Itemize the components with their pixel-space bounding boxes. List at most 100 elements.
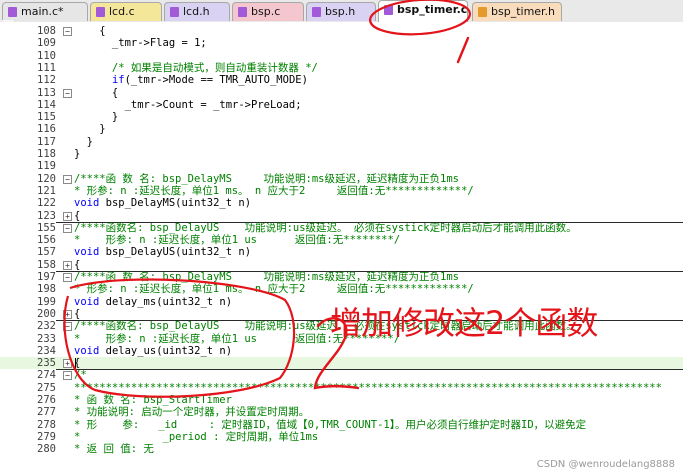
- line-number: 118: [37, 148, 56, 160]
- code-text: }: [74, 148, 81, 160]
- code-text: ****************************************…: [74, 381, 662, 394]
- code-text: {: [74, 86, 119, 99]
- fold-collapse-icon[interactable]: −: [63, 322, 72, 332]
- line-number: 199: [37, 295, 56, 308]
- tab-label: lcd.h: [183, 5, 210, 18]
- fold-expand-icon[interactable]: +: [63, 359, 72, 369]
- code-line[interactable]: 277 * 功能说明: 启动一个定时器，并设置定时周期。: [0, 406, 683, 418]
- code-line[interactable]: 121 * 形参: n :延迟长度，单位1 ms。 n 应大于2 返回值:无***…: [0, 185, 683, 197]
- code-line[interactable]: 115 }: [0, 111, 683, 123]
- code-line[interactable]: 110: [0, 50, 683, 62]
- keyword: if: [111, 74, 125, 87]
- tab-label: bsp.c: [251, 5, 281, 18]
- c-file-icon: [8, 7, 17, 17]
- tab-bsp-timer-h[interactable]: bsp_timer.h: [472, 2, 562, 21]
- code-line[interactable]: 157 void bsp_DelayUS(uint32_t n): [0, 246, 683, 258]
- h-file-icon: [312, 7, 321, 17]
- line-number: 278: [37, 418, 56, 431]
- line-number: 158: [37, 258, 56, 271]
- tab-label: bsp_timer.c: [397, 3, 468, 16]
- code-line[interactable]: 112 if(_tmr->Mode == TMR_AUTO_MODE): [0, 74, 683, 86]
- code-line[interactable]: 279 * _period : 定时周期，单位1ms: [0, 431, 683, 443]
- code-line[interactable]: 275 *************************************…: [0, 382, 683, 394]
- line-number: 279: [37, 430, 56, 443]
- code-line[interactable]: 119: [0, 160, 683, 172]
- code-line[interactable]: 234 void delay_us(uint32_t n): [0, 345, 683, 357]
- code-line[interactable]: 278 * 形 参: _id : 定时器ID，值域【0,TMR_COUNT-1】。…: [0, 419, 683, 431]
- code-text: * 返 回 值: 无: [74, 443, 154, 456]
- code-line[interactable]: 122 void bsp_DelayMS(uint32_t n): [0, 197, 683, 209]
- line-number: 113: [37, 86, 56, 99]
- line-number: 200: [37, 307, 56, 320]
- code-line[interactable]: 120−/****函 数 名: bsp_DelayMS 功能说明:ms级延迟，延…: [0, 173, 683, 185]
- fold-collapse-icon[interactable]: −: [63, 273, 72, 282]
- line-number: 276: [37, 394, 56, 406]
- line-number: 117: [37, 135, 56, 148]
- line-number: 155: [37, 221, 56, 234]
- code-text: {: [74, 209, 81, 222]
- code-text: void bsp_DelayUS(uint32_t n): [74, 246, 252, 259]
- tab-label: bsp.h: [325, 5, 356, 18]
- code-editor[interactable]: 108− {109 _tmr->Flag = 1; 110 111 /* 如果是自动…: [0, 22, 683, 476]
- code-line[interactable]: 123 +{: [0, 210, 683, 222]
- tab-lcd-h[interactable]: lcd.h: [164, 2, 230, 21]
- code-line[interactable]: 111 /* 如果是自动模式，则自动重装计数器 */: [0, 62, 683, 74]
- code-line[interactable]: 156 * 形参: n :延迟长度，单位1 us 返回值:无********/: [0, 234, 683, 246]
- line-number: 157: [37, 246, 56, 259]
- code-text: /****函 数 名: bsp_DelayMS 功能说明:ms级延迟，延迟精度为…: [74, 271, 459, 283]
- line-number: 277: [37, 406, 56, 419]
- code-line[interactable]: 113− {: [0, 87, 683, 99]
- c-file-icon: [96, 7, 105, 17]
- code-line[interactable]: 274−/*: [0, 369, 683, 381]
- code-text: * 形参: n :延迟长度，单位1 us 返回值:无********/: [74, 234, 401, 247]
- code-line[interactable]: 116 }: [0, 123, 683, 135]
- code-line[interactable]: 155−/****函数名: bsp_DelayUS 功能说明:us级延迟。 必须…: [0, 222, 683, 234]
- code-text: * 形参: n :延迟长度，单位1 ms。 n 应大于2 返回值:无******…: [74, 184, 474, 197]
- fold-collapse-icon[interactable]: −: [63, 27, 72, 36]
- line-number: 198: [37, 283, 56, 296]
- line-number: 235: [37, 357, 56, 370]
- code-text: {: [74, 307, 81, 320]
- h-file-icon: [478, 7, 487, 17]
- line-number: 234: [37, 344, 56, 357]
- line-number: 232: [37, 320, 56, 333]
- tab-bsp-h[interactable]: bsp.h: [306, 2, 376, 21]
- code-line[interactable]: 276 * 函 数 名: bsp_StartTimer: [0, 394, 683, 406]
- fold-collapse-icon[interactable]: −: [63, 174, 72, 184]
- tab-bsp-c[interactable]: bsp.c: [232, 2, 304, 21]
- code-line[interactable]: 118}: [0, 148, 683, 160]
- code-line[interactable]: 114 _tmr->Count = _tmr->PreLoad;: [0, 99, 683, 111]
- code-line[interactable]: 197−/****函 数 名: bsp_DelayMS 功能说明:ms级延迟，延…: [0, 271, 683, 283]
- code-line[interactable]: 109 _tmr->Flag = 1;: [0, 37, 683, 49]
- editor-tab-bar: main.c* lcd.c lcd.h bsp.c bsp.h bsp_timer.c bs…: [0, 0, 683, 23]
- h-file-icon: [170, 7, 179, 17]
- line-number: 112: [37, 74, 56, 87]
- fold-expand-icon[interactable]: +: [63, 260, 72, 270]
- code-line[interactable]: 198 * 形参: n :延迟长度，单位1 ms。 n 应大于2 返回值:无***…: [0, 283, 683, 295]
- line-number: 122: [37, 197, 56, 210]
- code-text: {: [74, 25, 106, 37]
- fold-expand-icon[interactable]: +: [63, 211, 72, 221]
- code-line[interactable]: 117 }: [0, 136, 683, 148]
- code-line[interactable]: 108− {: [0, 25, 683, 37]
- code-line[interactable]: 158 +{: [0, 259, 683, 271]
- keyword: void: [74, 197, 100, 210]
- code-text: }: [74, 111, 119, 124]
- code-line[interactable]: 235 +{: [0, 357, 683, 370]
- line-number: 109: [37, 37, 56, 50]
- fold-collapse-icon[interactable]: −: [63, 88, 72, 98]
- fold-collapse-icon[interactable]: −: [63, 223, 72, 233]
- tab-lcd-c[interactable]: lcd.c: [90, 2, 162, 21]
- code-text: _tmr->Flag = 1;: [74, 37, 207, 50]
- c-file-icon: [384, 5, 393, 15]
- fold-collapse-icon[interactable]: −: [63, 371, 72, 381]
- tab-main-c[interactable]: main.c*: [2, 2, 88, 21]
- code-text: /****函 数 名: bsp_DelayMS 功能说明:ms级延迟，延迟精度为…: [74, 172, 459, 185]
- tab-label: bsp_timer.h: [491, 5, 556, 18]
- fold-expand-icon[interactable]: +: [63, 309, 72, 319]
- code-line[interactable]: 280 * 返 回 值: 无: [0, 443, 683, 455]
- tab-bsp-timer-c[interactable]: bsp_timer.c: [378, 0, 468, 22]
- line-number: 280: [37, 443, 56, 456]
- line-number: 156: [37, 234, 56, 247]
- code-text: }: [74, 123, 106, 136]
